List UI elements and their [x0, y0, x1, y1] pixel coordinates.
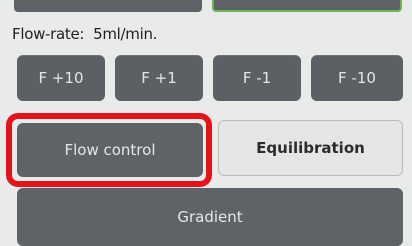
gradient-button[interactable]: Gradient	[17, 188, 403, 246]
top-left-button[interactable]	[14, 0, 202, 12]
top-right-button[interactable]	[212, 0, 402, 12]
equilibration-button[interactable]: Equilibration	[218, 120, 403, 176]
flow-rate-label: Flow-rate:	[12, 25, 85, 43]
flow-control-button[interactable]: Flow control	[17, 123, 203, 177]
flow-rate-value: 5ml/min.	[93, 25, 158, 43]
flow-minus-1-button[interactable]: F -1	[213, 55, 301, 101]
flow-plus-1-button[interactable]: F +1	[115, 55, 203, 101]
flow-plus-10-button[interactable]: F +10	[17, 55, 105, 101]
flow-rate-readout: Flow-rate: 5ml/min.	[12, 25, 157, 43]
flow-minus-10-button[interactable]: F -10	[311, 55, 403, 101]
